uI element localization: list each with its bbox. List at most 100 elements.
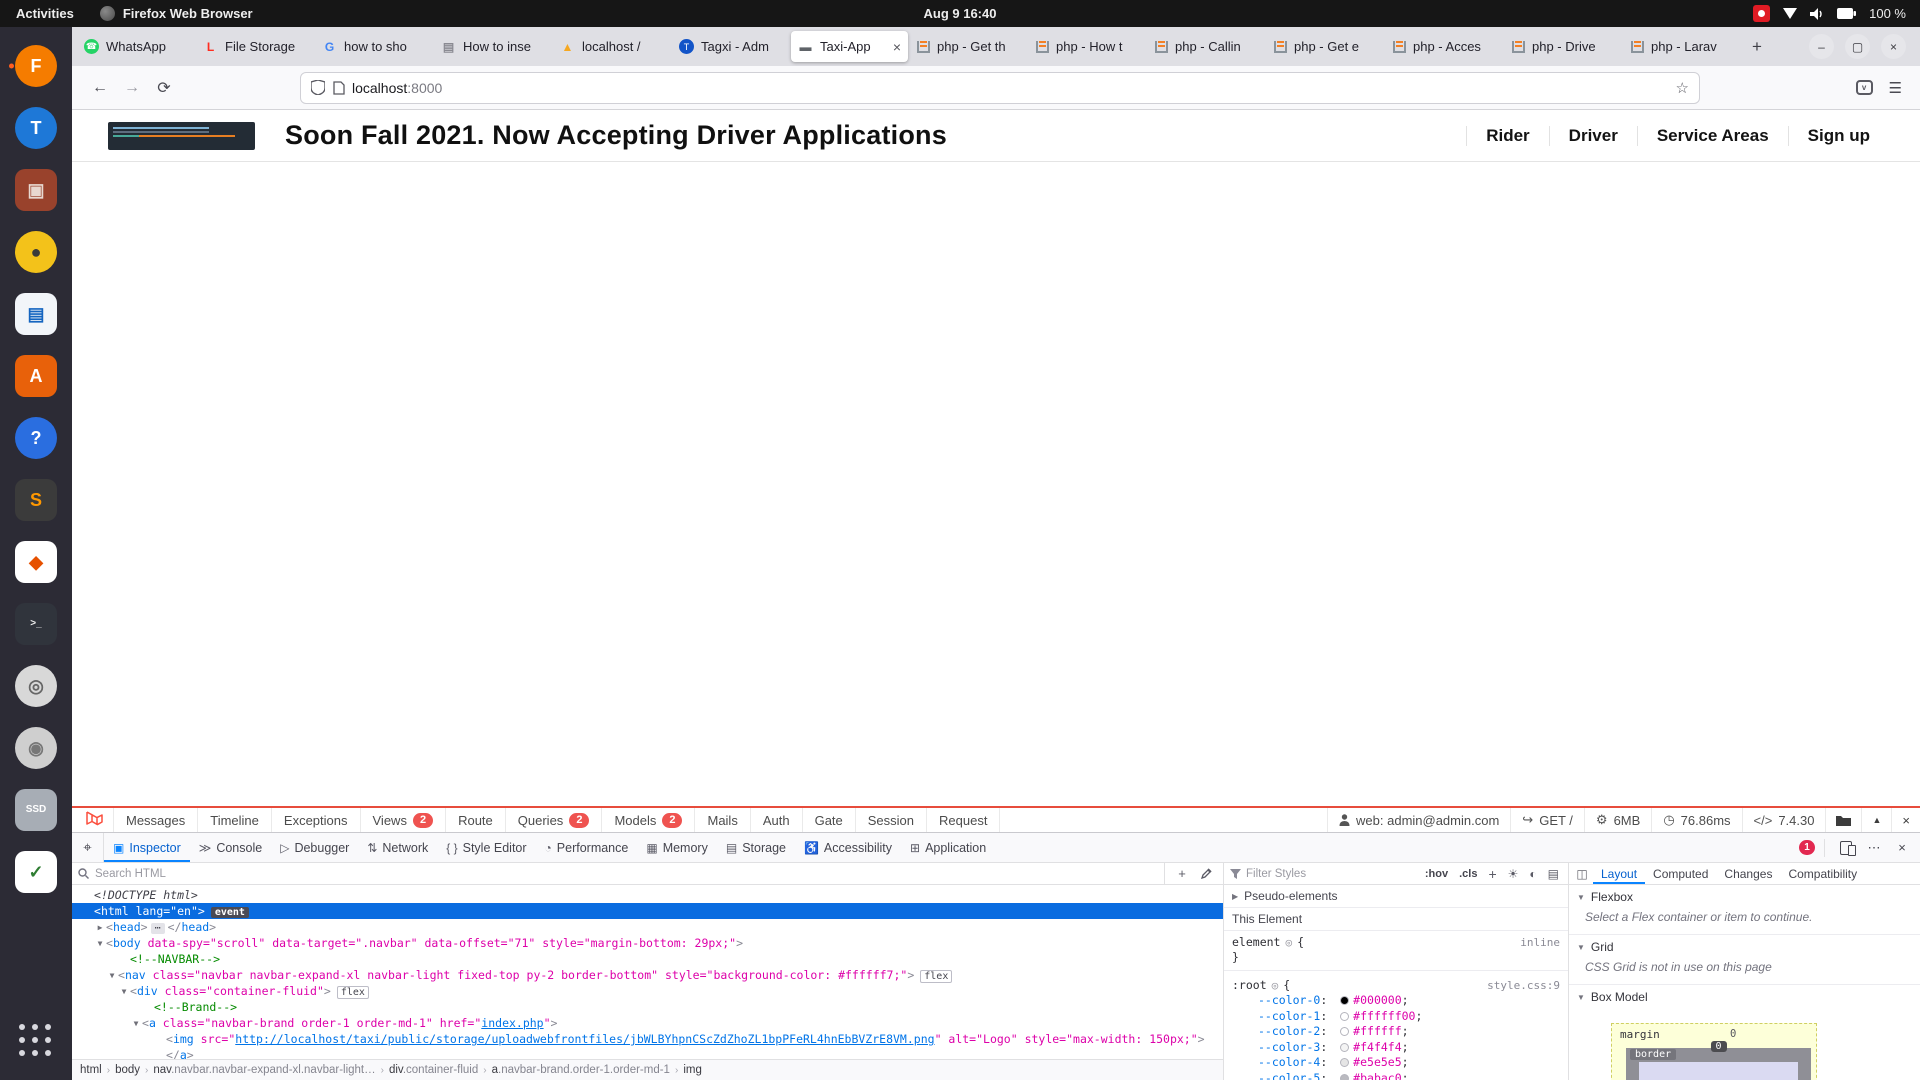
color-swatch[interactable] (1340, 1012, 1349, 1021)
breadcrumb-item-div[interactable]: div.container-fluid (389, 1064, 478, 1076)
app-menu-icon[interactable]: ☰ (1889, 79, 1902, 97)
debugbar-tab-timeline[interactable]: Timeline (198, 808, 272, 832)
rule-source-link[interactable]: style.css:9 (1487, 978, 1560, 993)
pick-element-icon[interactable]: ⌖ (72, 833, 104, 862)
debugbar-time[interactable]: ◷ 76.86ms (1651, 808, 1741, 832)
dock-item-gray-app-1[interactable]: ◎ (6, 655, 66, 717)
shield-icon[interactable] (311, 80, 325, 95)
dock-item-libreoffice-writer[interactable]: ▤ (6, 283, 66, 345)
markup-row[interactable]: <!DOCTYPE html> (72, 887, 1223, 903)
expand-arrow-icon[interactable]: ▼ (130, 1016, 142, 1032)
dock-item-gray-app-2[interactable]: ◉ (6, 717, 66, 779)
highlight-target-icon[interactable]: ◎ (1272, 978, 1279, 993)
tab-php-how-t[interactable]: php - How t (1029, 31, 1146, 62)
devtools-close-icon[interactable]: × (1890, 836, 1914, 860)
tab-php-larav[interactable]: php - Larav (1624, 31, 1741, 62)
color-swatch[interactable] (1340, 1027, 1349, 1036)
tab-php-get-e[interactable]: php - Get e (1267, 31, 1384, 62)
debugbar-tab-route[interactable]: Route (446, 808, 506, 832)
debugbar-memory[interactable]: ⚙ 6MB (1584, 808, 1651, 832)
dock-item-notes-app[interactable]: ✓ (6, 841, 66, 903)
tab-php-get-th[interactable]: php - Get th (910, 31, 1027, 62)
markup-row[interactable]: ▼<a class="navbar-brand order-1 order-md… (72, 1015, 1223, 1031)
filter-styles-input[interactable] (1246, 868, 1417, 880)
grid-header[interactable]: ▼ Grid (1569, 935, 1920, 959)
debugbar-tab-mails[interactable]: Mails (695, 808, 750, 832)
nav-link-sign-up[interactable]: Sign up (1788, 126, 1889, 146)
close-window-button[interactable]: × (1881, 34, 1906, 59)
sidebar-tab-layout[interactable]: Layout (1593, 863, 1645, 884)
split-pane-icon[interactable]: ◫ (1571, 863, 1593, 884)
devtools-tab-network[interactable]: ⇅Network (358, 833, 437, 862)
dock-item-ssd-drive[interactable]: SSD (6, 779, 66, 841)
css-property-row[interactable]: --color-1: #ffffff00; (1232, 1009, 1560, 1025)
nav-link-driver[interactable]: Driver (1549, 126, 1637, 146)
box-model-padding-box[interactable] (1639, 1062, 1798, 1080)
devtools-tab-accessibility[interactable]: ♿Accessibility (795, 833, 901, 862)
tab-whatsapp[interactable]: ☎WhatsApp (77, 31, 194, 62)
dock-item-firefox[interactable]: F (6, 35, 66, 97)
debugbar-auth[interactable]: web: admin@admin.com (1327, 808, 1510, 832)
markup-row[interactable]: <html lang="en">event (72, 903, 1223, 919)
clock[interactable]: Aug 9 16:40 (0, 6, 1920, 21)
debugbar-tab-views[interactable]: Views2 (361, 808, 447, 832)
markup-row[interactable]: ▼<nav class="navbar navbar-expand-xl nav… (72, 967, 1223, 983)
debugbar-tab-request[interactable]: Request (927, 808, 1000, 832)
dock-item-show-applications[interactable] (6, 1010, 66, 1072)
breadcrumb-item-a[interactable]: a.navbar-brand.order-1.order-md-1 (492, 1064, 670, 1076)
tab-close-icon[interactable]: × (893, 39, 901, 55)
dock-item-sublime-text[interactable]: S (6, 469, 66, 531)
flexbox-header[interactable]: ▼ Flexbox (1569, 885, 1920, 909)
tab-php-callin[interactable]: php - Callin (1148, 31, 1265, 62)
debugbar-tab-auth[interactable]: Auth (751, 808, 803, 832)
markup-row[interactable]: ▶<head>⋯</head> (72, 919, 1223, 935)
tab-taxi-app[interactable]: ▬Taxi-App× (791, 31, 908, 62)
nav-link-rider[interactable]: Rider (1466, 126, 1548, 146)
devtools-tab-performance[interactable]: ◔Performance (536, 833, 638, 862)
sidebar-tab-compatibility[interactable]: Compatibility (1780, 863, 1865, 884)
debugbar-tab-models[interactable]: Models2 (602, 808, 695, 832)
debugbar-tab-gate[interactable]: Gate (803, 808, 856, 832)
color-swatch[interactable] (1340, 1058, 1349, 1067)
url-bar[interactable]: localhost:8000 ☆ (300, 72, 1700, 104)
markup-row[interactable]: <!--Brand--> (72, 999, 1223, 1015)
minimize-button[interactable]: – (1809, 34, 1834, 59)
margin-top-value[interactable]: 0 (1730, 1028, 1736, 1040)
eyedropper-icon[interactable] (1195, 863, 1217, 884)
dock-item-terminal[interactable]: >_ (6, 593, 66, 655)
markup-row[interactable]: ▼<body data-spy="scroll" data-target=".n… (72, 935, 1223, 951)
pocket-icon[interactable]: v (1856, 80, 1873, 95)
devtools-tab-inspector[interactable]: ▣Inspector (104, 833, 190, 862)
debugbar-tab-exceptions[interactable]: Exceptions (272, 808, 361, 832)
debugbar-tab-session[interactable]: Session (856, 808, 927, 832)
add-node-icon[interactable]: + (1171, 863, 1193, 884)
system-tray[interactable]: 100 % (1753, 5, 1920, 22)
pseudo-elements-row[interactable]: ▶ Pseudo-elements (1224, 885, 1568, 908)
toggle-hover-button[interactable]: :hov (1422, 868, 1451, 880)
devtools-tab-debugger[interactable]: ▷Debugger (271, 833, 358, 862)
debugbar-php-version[interactable]: </> 7.4.30 (1742, 808, 1826, 832)
breadcrumb-item-nav[interactable]: nav.navbar.navbar-expand-xl.navbar-light… (153, 1064, 375, 1076)
devtools-tab-application[interactable]: ⊞Application (901, 833, 995, 862)
toggle-classes-button[interactable]: .cls (1456, 868, 1480, 880)
add-rule-icon[interactable]: + (1485, 866, 1499, 882)
site-logo[interactable] (108, 122, 255, 150)
tab-php-acces[interactable]: php - Acces (1386, 31, 1503, 62)
dock-item-thunderbird[interactable]: T (6, 97, 66, 159)
dock-item-ubuntu-software[interactable]: A (6, 345, 66, 407)
breadcrumb-item-html[interactable]: html (80, 1064, 102, 1076)
forward-button[interactable]: → (116, 72, 148, 104)
dock-item-media-app[interactable]: ● (6, 221, 66, 283)
box-model-margin-box[interactable]: margin 0 border 0 (1611, 1023, 1817, 1080)
light-theme-icon[interactable]: ☀ (1505, 867, 1522, 881)
devtools-tab-storage[interactable]: ▤Storage (717, 833, 795, 862)
expand-arrow-icon[interactable]: ▼ (118, 984, 130, 1000)
markup-row[interactable]: </a> (72, 1047, 1223, 1059)
css-property-row[interactable]: --color-0: #000000; (1232, 993, 1560, 1009)
print-media-icon[interactable]: ▤ (1545, 867, 1562, 881)
devtools-tab-memory[interactable]: ▦Memory (637, 833, 717, 862)
devtools-tab-style-editor[interactable]: { }Style Editor (437, 833, 535, 862)
dock-item-archive-app[interactable]: ▣ (6, 159, 66, 221)
tab-tagxi-adm[interactable]: TTagxi - Adm (672, 31, 789, 62)
bookmark-star-icon[interactable]: ☆ (1676, 79, 1689, 97)
